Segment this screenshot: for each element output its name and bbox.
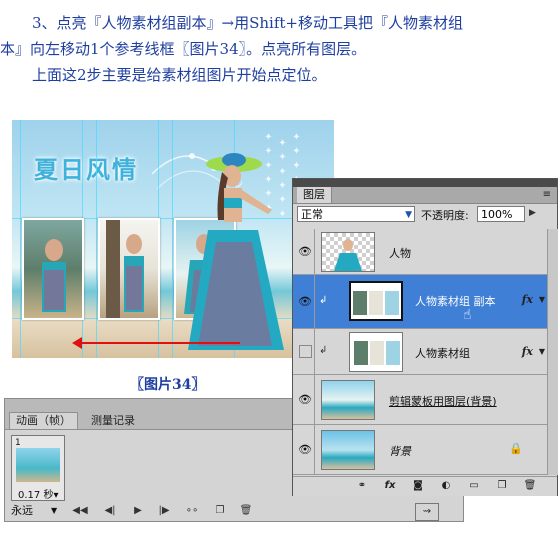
layer-thumbnail [321,232,375,272]
layer-thumbnail [349,281,403,321]
eye-icon[interactable]: 👁 [293,229,315,274]
first-frame-icon[interactable]: ◀◀ [71,503,89,519]
convert-timeline-icon[interactable]: ⇝ [415,503,439,521]
guide-line [20,120,21,358]
canvas-title: 夏日风情 [34,156,138,184]
chevron-down-icon[interactable]: ▼ [539,295,545,304]
layer-thumbnail [321,430,375,470]
photo-frame-1 [22,218,84,320]
duplicate-frame-icon[interactable]: ❐ [211,503,229,519]
layer-row[interactable]: 👁 人物 [293,229,547,275]
photo-frame-2 [98,218,160,320]
photo-canvas[interactable]: 夏日风情 ✦ ✦ ✦ ✦ ✦ ✦ ✦ ✦ ✦ ✦ ✦ ✦ ✦ ✦ ✦ ✦ ✦ ✦ [12,120,334,358]
layer-row[interactable]: 👁 剪辑蒙板用图层(背景) [293,375,547,425]
lock-icon: 🔒 [509,442,523,455]
layers-panel[interactable]: 图层 ≡ 正常 ▼ 不透明度: 100% ▶ 👁 人物 👁 ↲ 人物素材组 副本… [292,178,558,496]
animation-frame-1[interactable]: 1 0.17 秒▾ [11,435,65,501]
link-layers-icon[interactable]: ⚭ [355,479,369,493]
instruction-line-2: 本』向左移动1个参考线框〖图片34〗。点亮所有图层。 [0,40,367,58]
chevron-right-icon[interactable]: ▶ [529,208,536,218]
instruction-line-3: 上面这2步主要是给素材组图片开始点定位。 [32,66,327,84]
trash-icon[interactable]: 🗑 [523,479,537,493]
frame-number: 1 [15,438,21,448]
tab-layers[interactable]: 图层 [297,187,332,203]
loop-options-select[interactable]: 永远 ▼ [11,503,67,519]
trash-icon[interactable]: 🗑 [237,503,255,519]
layer-name: 人物 [389,247,411,260]
guide-line [172,120,173,358]
layer-mask-icon[interactable]: ◙ [411,479,425,493]
move-direction-arrow [80,342,240,344]
fx-icon[interactable]: fx [383,479,397,493]
chevron-down-icon: ▼ [405,210,412,220]
layer-thumbnail [349,332,403,372]
fx-icon[interactable]: fx [522,293,533,306]
layer-options-row: 正常 ▼ 不透明度: 100% ▶ [293,203,557,227]
arrow-head [72,337,82,349]
chevron-down-icon: ▼ [51,506,58,515]
eye-icon[interactable]: 👁 [293,275,315,328]
tab-animation-frames[interactable]: 动画（帧） [9,412,78,429]
layer-row[interactable]: ↲ 人物素材组 fx ▼ [293,329,547,375]
next-frame-icon[interactable]: |▶ [155,503,173,519]
layer-row[interactable]: 👁 背景 🔒 [293,425,547,475]
opacity-input[interactable]: 100% [477,206,525,222]
previous-frame-icon[interactable]: ◀| [101,503,119,519]
layers-bottom-toolbar: ⚭ fx ◙ ◐ ▭ ❐ 🗑 [293,476,557,496]
figure-caption: 〖图片34〗 [130,377,206,393]
opacity-label: 不透明度: [421,209,469,222]
new-layer-icon[interactable]: ❐ [495,479,509,493]
eye-icon[interactable]: 👁 [293,425,315,474]
tween-icon[interactable]: ∘∘ [183,503,201,519]
layers-panel-tabbar: 图层 ≡ [293,187,557,204]
layer-row-selected[interactable]: 👁 ↲ 人物素材组 副本 fx ▼ ☝ [293,275,547,329]
layer-name: 背景 [389,445,411,458]
adjustment-layer-icon[interactable]: ◐ [439,479,453,493]
frame-thumbnail [16,448,60,482]
panel-menu-icon[interactable]: ≡ [543,189,551,200]
play-icon[interactable]: ▶ [129,503,147,519]
group-folder-icon[interactable]: ▭ [467,479,481,493]
chevron-down-icon[interactable]: ▼ [539,347,545,356]
layers-scrollbar[interactable] [547,229,558,475]
guide-line [96,120,97,358]
layer-name: 人物素材组 副本 [415,295,496,308]
clipping-mask-icon: ↲ [319,345,328,356]
eye-icon[interactable]: 👁 [293,375,315,424]
blend-mode-value: 正常 [301,208,323,221]
frame-delay-select[interactable]: 0.17 秒▾ [18,486,58,501]
layer-name: 剪辑蒙板用图层(背景) [389,395,497,408]
loop-options-value: 永远 [11,504,33,517]
blend-mode-select[interactable]: 正常 ▼ [297,206,415,222]
instruction-line-1: 3、点亮『人物素材组副本』→用Shift+移动工具把『人物素材组 [32,14,463,32]
hand-cursor-icon: ☝ [463,307,472,323]
fx-icon[interactable]: fx [522,345,533,358]
panel-title-bar[interactable] [293,179,557,187]
empty-checkbox-icon [299,345,312,358]
layer-name: 人物素材组 [415,347,470,360]
tab-measurement-log[interactable]: 测量记录 [85,413,141,429]
clipping-mask-icon: ↲ [319,295,328,306]
model-figure [188,153,284,350]
layer-thumbnail [321,380,375,420]
layer-list: 👁 人物 👁 ↲ 人物素材组 副本 fx ▼ ☝ ↲ 人物素材组 fx ▼ 👁 … [293,229,547,475]
eye-toggle-off[interactable] [293,329,315,374]
opacity-value: 100% [481,208,513,221]
